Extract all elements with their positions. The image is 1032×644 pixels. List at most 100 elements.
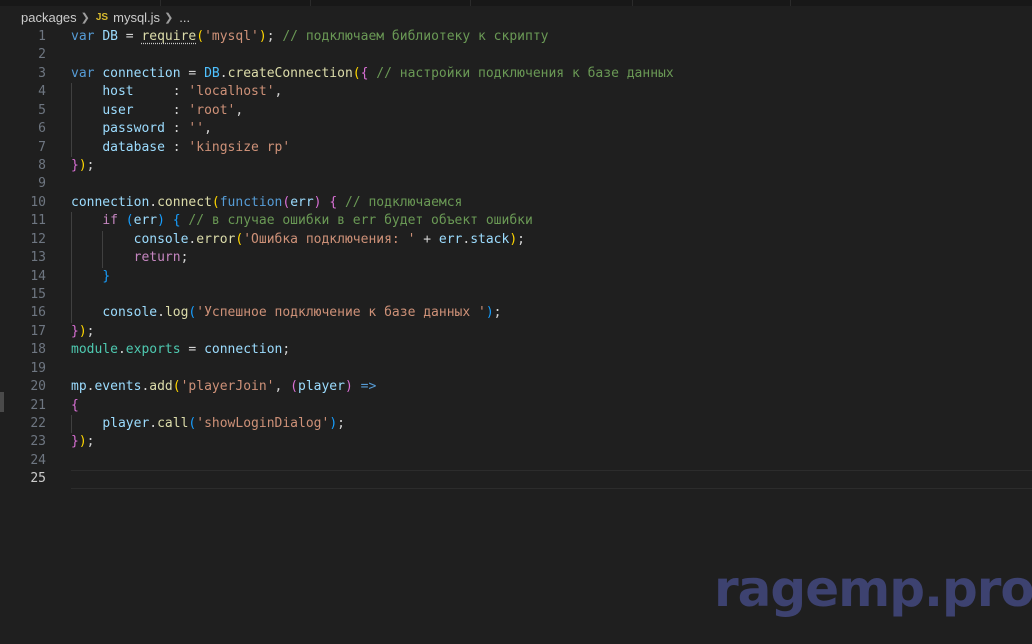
code-token: 'Ошибка подключения: ' bbox=[243, 231, 416, 247]
code-token: ; bbox=[86, 158, 95, 173]
javascript-file-icon: JS bbox=[95, 11, 109, 23]
breadcrumb-file[interactable]: mysql.js bbox=[113, 10, 160, 25]
code-token: ; bbox=[517, 231, 525, 247]
code-text: }); bbox=[71, 433, 94, 451]
code-token: exports bbox=[125, 342, 181, 358]
line-number: 2 bbox=[38, 47, 46, 63]
code-line[interactable]: 10 connection.connect(function(err) { // … bbox=[0, 194, 1032, 212]
code-token: ( bbox=[282, 194, 291, 210]
code-token: , bbox=[274, 379, 291, 395]
breadcrumb-folder[interactable]: packages bbox=[21, 10, 77, 25]
code-line[interactable]: 20 mp.events.add('playerJoin', (player) =… bbox=[0, 378, 1032, 396]
code-editor[interactable]: 1 var DB = require('mysql'); // подключае… bbox=[0, 28, 1032, 644]
code-token: ; bbox=[86, 434, 95, 450]
code-line[interactable]: 22 player.call('showLoginDialog'); bbox=[0, 415, 1032, 433]
code-token: : bbox=[164, 121, 189, 137]
code-text: user : 'root', bbox=[71, 102, 243, 120]
code-token: call bbox=[157, 416, 189, 432]
code-token: host bbox=[102, 84, 134, 100]
code-line[interactable]: 25 bbox=[0, 470, 1032, 489]
line-number: 7 bbox=[38, 139, 46, 155]
code-token: // в случае ошибки в err будет объект ош… bbox=[188, 213, 533, 229]
line-number: 12 bbox=[30, 231, 46, 247]
code-token: ) bbox=[78, 434, 87, 450]
code-line[interactable]: 15 bbox=[0, 286, 1032, 304]
code-token: { bbox=[71, 397, 79, 413]
code-line[interactable]: 21 { bbox=[0, 397, 1032, 415]
code-token: user bbox=[102, 102, 134, 118]
code-token: log bbox=[164, 305, 189, 321]
code-line[interactable]: 11 if (err) { // в случае ошибки в err б… bbox=[0, 212, 1032, 230]
line-number: 11 bbox=[30, 213, 46, 229]
code-token: password bbox=[102, 121, 165, 137]
code-token: add bbox=[149, 379, 173, 395]
line-number: 10 bbox=[30, 194, 46, 210]
code-token: 'showLoginDialog' bbox=[196, 416, 330, 432]
code-token: connect bbox=[157, 194, 212, 210]
code-token: : bbox=[133, 102, 189, 118]
code-token: } bbox=[71, 323, 79, 339]
code-line[interactable]: 9 bbox=[0, 175, 1032, 193]
code-token: 'Успешное подключение к базе данных ' bbox=[196, 305, 486, 321]
code-token: = bbox=[180, 65, 205, 81]
line-number: 9 bbox=[38, 176, 46, 192]
watermark: ragemp.pro bbox=[714, 560, 1032, 618]
code-line[interactable]: 6 password : '', bbox=[0, 120, 1032, 138]
code-token: . bbox=[149, 416, 158, 432]
code-token: ; bbox=[86, 323, 95, 339]
code-text: mp.events.add('playerJoin', (player) => bbox=[71, 378, 376, 396]
line-number: 13 bbox=[30, 250, 46, 266]
breadcrumb-symbol[interactable]: ... bbox=[179, 10, 190, 25]
code-token: player bbox=[102, 416, 150, 432]
line-number: 14 bbox=[30, 268, 46, 284]
code-token: console bbox=[133, 231, 189, 247]
code-line[interactable]: 16 console.log('Успешное подключение к б… bbox=[0, 304, 1032, 322]
code-token: 'localhost' bbox=[188, 84, 275, 100]
indent-guide bbox=[71, 415, 72, 434]
code-line[interactable]: 18 module.exports = connection; bbox=[0, 341, 1032, 359]
code-token: + bbox=[415, 231, 439, 247]
code-line[interactable]: 19 bbox=[0, 360, 1032, 378]
code-token: ( bbox=[352, 65, 361, 81]
code-line[interactable]: 23}); bbox=[0, 433, 1032, 451]
code-token: return bbox=[133, 250, 181, 266]
code-line[interactable]: 14 } bbox=[0, 268, 1032, 286]
chevron-right-icon: ❯ bbox=[164, 11, 174, 24]
current-line-highlight bbox=[71, 470, 1032, 489]
code-text: var DB = require('mysql'); // подключаем… bbox=[71, 28, 548, 46]
code-token: var bbox=[71, 29, 103, 44]
code-line[interactable]: 5 user : 'root', bbox=[0, 102, 1032, 120]
breadcrumb: packages ❯ JS mysql.js ❯ ... bbox=[0, 6, 1032, 28]
code-line[interactable]: 12 console.error('Ошибка подключения: ' … bbox=[0, 231, 1032, 249]
code-token: ) bbox=[329, 416, 338, 432]
code-text: { bbox=[71, 397, 79, 415]
code-line[interactable]: 17}); bbox=[0, 323, 1032, 341]
code-token: ; bbox=[266, 29, 283, 44]
code-token: err bbox=[290, 194, 314, 210]
code-line[interactable]: 1 var DB = require('mysql'); // подключае… bbox=[0, 28, 1032, 46]
code-token: DB bbox=[204, 65, 220, 81]
code-line[interactable]: 7 database : 'kingsize rp' bbox=[0, 139, 1032, 157]
code-text: console.log('Успешное подключение к базе… bbox=[71, 304, 501, 322]
code-line[interactable]: 2 bbox=[0, 46, 1032, 64]
code-token: connection bbox=[102, 65, 181, 81]
code-token: // подключаемся bbox=[344, 194, 463, 210]
code-token: console bbox=[102, 305, 158, 321]
code-line[interactable]: 3 var connection = DB.createConnection({ … bbox=[0, 65, 1032, 83]
code-token: ) bbox=[78, 323, 87, 339]
code-line[interactable]: 8}); bbox=[0, 157, 1032, 175]
code-line[interactable]: 4 host : 'localhost', bbox=[0, 83, 1032, 101]
code-line[interactable]: 13 return; bbox=[0, 249, 1032, 267]
code-token: ) bbox=[344, 379, 353, 395]
line-number: 1 bbox=[38, 29, 46, 44]
code-line[interactable]: 24 bbox=[0, 452, 1032, 470]
code-text: player.call('showLoginDialog'); bbox=[71, 415, 345, 433]
code-token: // подключаем библиотеку к скрипту bbox=[282, 29, 549, 44]
